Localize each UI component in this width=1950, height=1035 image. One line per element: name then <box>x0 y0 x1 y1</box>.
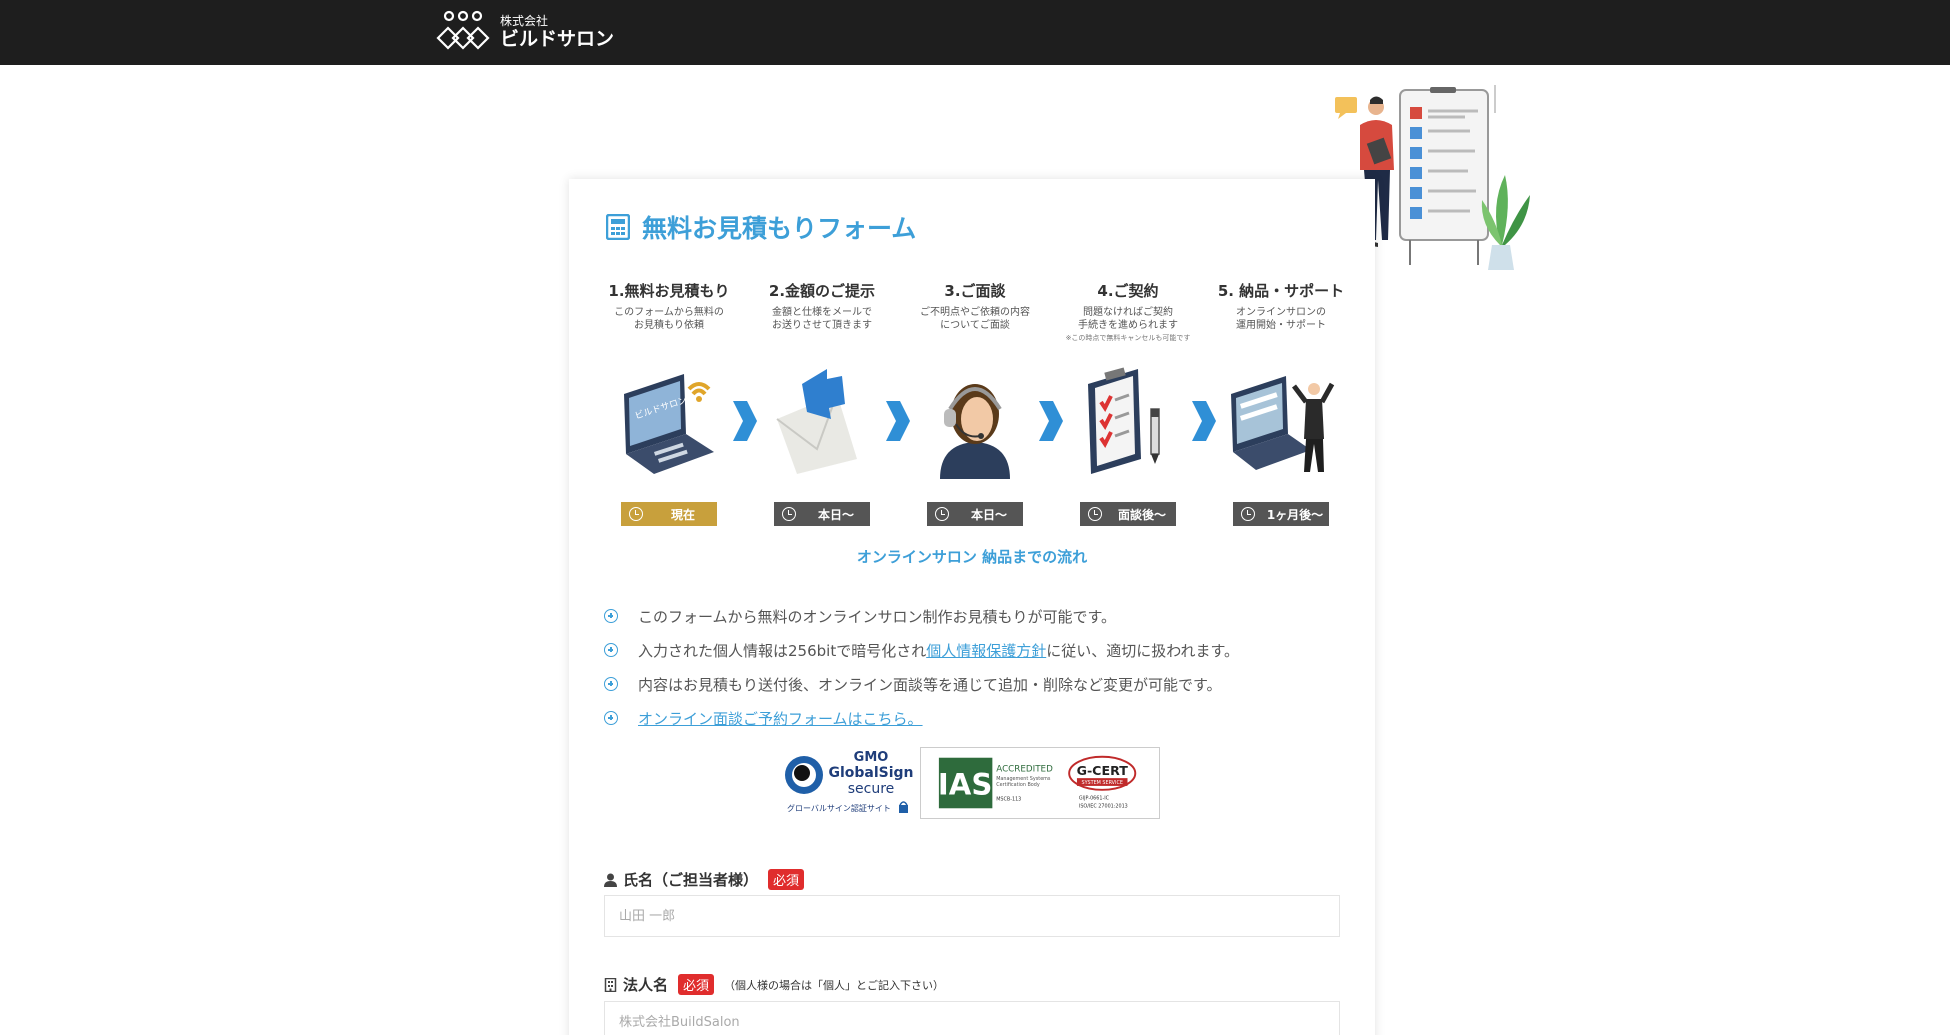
clock-icon <box>935 507 949 521</box>
ias-sub2: Certification Body <box>996 782 1040 788</box>
form-title-text: 無料お見積もりフォーム <box>642 214 917 243</box>
estimate-form-card: 無料お見積もりフォーム 1.無料お見積もり このフォームから無料の お見積もり依… <box>569 179 1375 1035</box>
plus-circle-icon <box>604 677 618 691</box>
step-note: ※この時点で無料キャンセルも可能です <box>1065 334 1191 342</box>
company-label-text: 法人名 <box>623 976 669 994</box>
plus-circle-icon <box>604 643 618 657</box>
clock-icon <box>629 507 643 521</box>
gcert-service: SYSTEM SERVICE <box>1082 780 1123 786</box>
info-notes-list: このフォームから無料のオンラインサロン制作お見積もりが可能です。 入力された個人… <box>604 599 1344 735</box>
globalsign-secure-seal[interactable]: GMO GlobalSign secure グローバルサイン認証サイト <box>784 747 914 822</box>
logo-company-type: 株式会社 <box>500 14 549 28</box>
logo-company-name: ビルドサロン <box>500 28 615 50</box>
step-2: 2.金額のご提示 金額と仕様をメールで お送りさせて頂きます <box>752 279 892 332</box>
globalsign-caption: グローバルサイン認証サイト <box>787 803 891 813</box>
badge-label: 本日〜 <box>970 507 1007 522</box>
top-bar: 株式会社 ビルドサロン <box>0 0 1950 65</box>
step-timing-badge: 面談後〜 <box>1080 502 1176 526</box>
online-meeting-booking-link[interactable]: オンライン面談ご予約フォームはこちら。 <box>638 708 923 729</box>
note-text: 内容はお見積もり送付後、オンライン面談等を通じて追加・削除など変更が可能です。 <box>638 675 1222 694</box>
step-timing-badge: 本日〜 <box>774 502 870 526</box>
ias-mark: IAS <box>938 768 992 802</box>
company-input[interactable] <box>604 1001 1340 1035</box>
list-item: このフォームから無料のオンラインサロン制作お見積もりが可能です。 <box>604 599 1344 633</box>
step-title: 2.金額のご提示 <box>768 282 876 300</box>
step-1: 1.無料お見積もり このフォームから無料の お見積もり依頼 <box>599 279 739 332</box>
note-text-after: に従い、適切に扱われます。 <box>1046 641 1239 660</box>
secure-text: secure <box>848 781 895 797</box>
required-badge: 必須 <box>768 869 805 890</box>
step-title: 1.無料お見積もり <box>608 282 730 300</box>
list-item: 入力された個人情報は256bitで暗号化され 個人情報保護方針 に従い、適切に扱… <box>604 633 1344 667</box>
step-timing-badge: 現在 <box>621 502 717 526</box>
badge-label: 現在 <box>670 507 695 522</box>
chevron-right-icon <box>1039 401 1063 441</box>
gcert-code: GIJP-0661-IC <box>1079 796 1110 802</box>
form-title: 無料お見積もりフォーム <box>606 209 916 245</box>
step-title: 5. 納品・サポート <box>1217 282 1345 300</box>
ias-gcert-iso-seal[interactable]: IAS ACCREDITED Management Systems Certif… <box>920 747 1160 819</box>
badge-label: 本日〜 <box>817 507 854 522</box>
step-title: 3.ご面談 <box>944 282 1006 300</box>
badge-label: 面談後〜 <box>1117 507 1166 522</box>
site-logo[interactable]: 株式会社 ビルドサロン <box>434 10 614 54</box>
name-input[interactable] <box>604 895 1340 937</box>
building-icon <box>604 977 617 992</box>
step-description: このフォームから無料の お見積もり依頼 <box>614 307 724 331</box>
note-text: このフォームから無料のオンラインサロン制作お見積もりが可能です。 <box>638 607 1117 626</box>
name-field-label: 氏名（ご担当者様） 必須 <box>604 869 805 890</box>
logo-text: 株式会社 ビルドサロン <box>500 14 614 50</box>
step-description: 金額と仕様をメールで お送りさせて頂きます <box>772 307 872 331</box>
step-3: 3.ご面談 ご不明点やご依頼の内容 についてご面談 <box>905 279 1045 332</box>
chevron-right-icon <box>886 401 910 441</box>
step-description: オンラインサロンの 運用開始・サポート <box>1236 307 1326 331</box>
envelope-icon <box>776 369 857 474</box>
laptop-form-icon: ビルドサロン <box>624 374 714 474</box>
company-field-label: 法人名 必須 （個人様の場合は「個人」とご記入下さい） <box>604 974 944 995</box>
gmo-text: GMO <box>854 750 889 765</box>
flow-caption: オンラインサロン 納品までの流れ <box>856 548 1088 566</box>
note-text-before: 入力された個人情報は256bitで暗号化され <box>638 641 927 660</box>
calculator-icon <box>606 214 630 240</box>
operator-headset-icon <box>940 384 1010 479</box>
step-description: 問題なければご契約 手続きを進められます <box>1078 307 1178 331</box>
ias-accredited: ACCREDITED <box>996 764 1053 774</box>
clipboard-checklist-icon <box>1088 367 1160 474</box>
step-timing-badge: 本日〜 <box>927 502 1023 526</box>
list-item: 内容はお見積もり送付後、オンライン面談等を通じて追加・削除など変更が可能です。 <box>604 667 1344 701</box>
gcert-standard: ISO/IEC 27001:2013 <box>1079 803 1128 809</box>
required-badge: 必須 <box>678 974 715 995</box>
chevron-right-icon <box>733 401 757 441</box>
step-title: 4.ご契約 <box>1097 282 1159 300</box>
buildsalon-logo-icon <box>436 10 490 50</box>
step-timing-badge: 1ヶ月後〜 <box>1233 502 1329 526</box>
clock-icon <box>1088 507 1102 521</box>
step-4: 4.ご契約 問題なければご契約 手続きを進められます ※この時点で無料キャンセル… <box>1058 279 1198 343</box>
clock-icon <box>1241 507 1255 521</box>
clock-icon <box>782 507 796 521</box>
user-icon <box>604 873 617 887</box>
plus-circle-icon <box>604 609 618 623</box>
laptop-success-icon <box>1231 376 1335 472</box>
badge-label: 1ヶ月後〜 <box>1266 507 1324 522</box>
name-label-text: 氏名（ご担当者様） <box>623 871 759 889</box>
company-hint: （個人様の場合は「個人」とご記入下さい） <box>724 978 945 992</box>
step-5: 5. 納品・サポート オンラインサロンの 運用開始・サポート <box>1211 279 1351 332</box>
ias-code: MSCB-113 <box>996 797 1021 803</box>
gcert-mark: G-CERT <box>1077 763 1129 778</box>
certification-badges: GMO GlobalSign secure グローバルサイン認証サイト IAS … <box>784 747 1164 822</box>
plus-circle-icon <box>604 711 618 725</box>
globalsign-text: GlobalSign <box>828 765 913 781</box>
chevron-right-icon <box>1192 401 1216 441</box>
step-description: ご不明点やご依頼の内容 についてご面談 <box>920 307 1030 331</box>
privacy-policy-link[interactable]: 個人情報保護方針 <box>926 640 1046 661</box>
list-item: オンライン面談ご予約フォームはこちら。 <box>604 701 1344 735</box>
process-steps: 1.無料お見積もり このフォームから無料の お見積もり依頼 2.金額のご提示 金… <box>599 279 1351 526</box>
